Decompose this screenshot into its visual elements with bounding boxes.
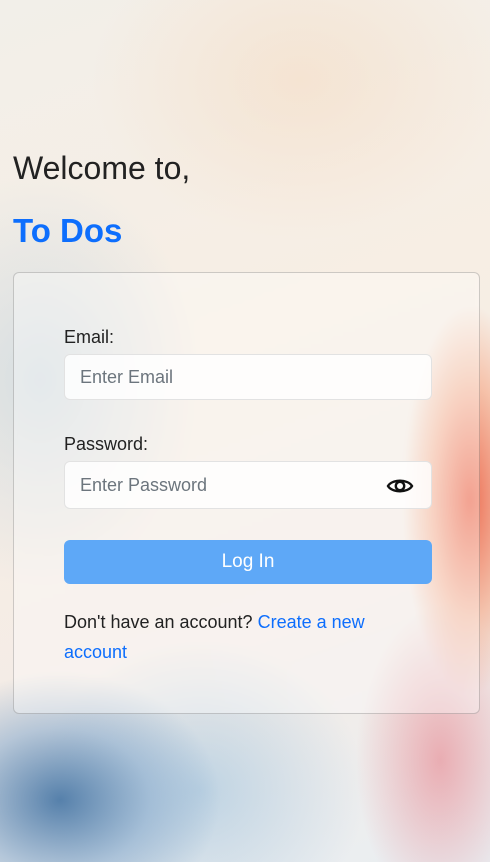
signup-prompt-text: Don't have an account? — [64, 612, 253, 632]
login-button[interactable]: Log In — [64, 540, 432, 584]
password-input[interactable] — [64, 461, 432, 509]
signup-prompt: Don't have an account? Create a new acco… — [64, 607, 424, 667]
eye-icon[interactable] — [386, 476, 414, 496]
welcome-heading: Welcome to, — [13, 150, 191, 186]
email-input[interactable] — [64, 354, 432, 400]
email-label: Email: — [64, 327, 115, 347]
password-label: Password: — [64, 434, 149, 454]
app-title: To Dos — [13, 212, 123, 249]
login-card: Email: Password: Log In Don't have an ac… — [13, 272, 480, 714]
